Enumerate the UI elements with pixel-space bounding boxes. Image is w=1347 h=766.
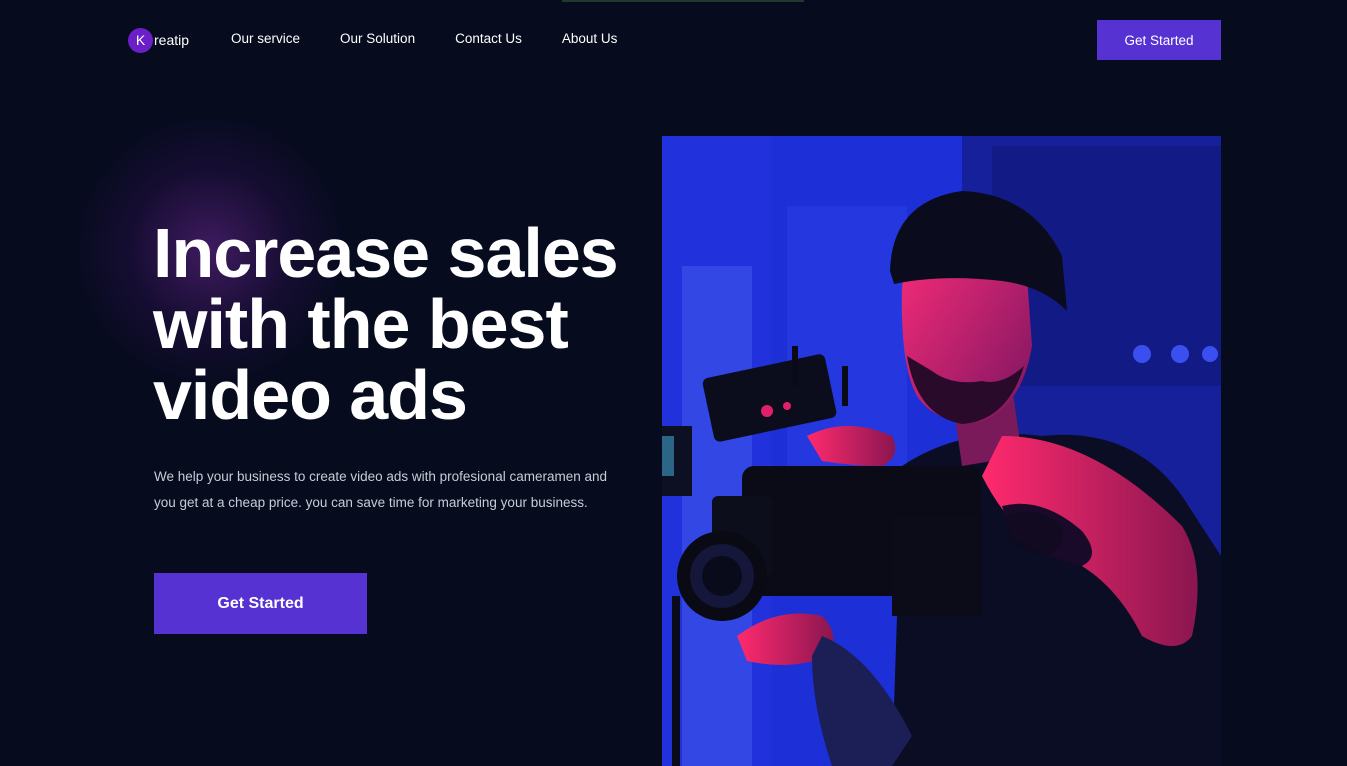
hero-title-line: Increase sales [153,214,619,292]
hero-title-line: with the best [153,285,569,363]
brand-logo-icon: K [128,27,153,53]
main-nav: Our service Our Solution Contact Us Abou… [231,31,657,46]
top-decor-strip [562,0,804,2]
hero-title-line: video ads [153,356,468,434]
nav-link-our-solution[interactable]: Our Solution [340,31,415,46]
hero-description: We help your business to create video ad… [154,469,608,510]
nav-link-our-service[interactable]: Our service [231,31,300,46]
brand-name: reatip [154,32,190,48]
hero-title: Increase sales with the best video ads [153,218,713,431]
hero-get-started-button[interactable]: Get Started [154,573,367,634]
brand-logo[interactable]: K reatip [128,27,189,53]
nav-link-contact-us[interactable]: Contact Us [455,31,522,46]
header-get-started-button[interactable]: Get Started [1097,20,1221,60]
hero-cameraman-image [662,136,1221,766]
nav-link-about-us[interactable]: About Us [562,31,618,46]
